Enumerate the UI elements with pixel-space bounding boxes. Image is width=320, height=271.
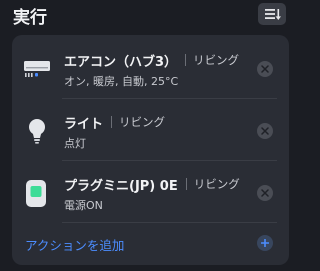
divider (62, 160, 277, 161)
room-name: リビング (193, 53, 240, 67)
header: 実行 (0, 0, 300, 32)
add-action-row[interactable]: アクションを追加 (12, 224, 289, 262)
action-detail: 電源ON (64, 199, 103, 212)
divider (62, 98, 277, 99)
close-icon (261, 127, 269, 135)
remove-action-button[interactable] (257, 61, 273, 77)
smart-plug-icon (26, 180, 46, 207)
light-bulb-icon (29, 119, 45, 144)
add-action-button[interactable] (257, 235, 273, 251)
action-title-line: エアコン（ハブ3） リビング (64, 50, 239, 70)
separator (111, 116, 113, 128)
device-name: プラグミニ(JP) 0E (64, 178, 178, 194)
action-title-line: ライト リビング (64, 112, 165, 132)
room-name: リビング (193, 177, 240, 191)
device-name: エアコン（ハブ3） (64, 54, 178, 70)
close-icon (261, 65, 269, 73)
sort-button[interactable] (258, 3, 286, 25)
action-list-card: エアコン（ハブ3） リビング オン, 暖房, 自動, 25°C ライト リビング… (12, 35, 289, 265)
action-title-line: プラグミニ(JP) 0E リビング (64, 174, 240, 194)
action-item-plug[interactable]: プラグミニ(JP) 0E リビング 電源ON (12, 162, 289, 224)
sort-list-icon (265, 9, 281, 20)
plus-icon (261, 239, 269, 247)
air-conditioner-icon (24, 61, 50, 77)
remove-action-button[interactable] (257, 123, 273, 139)
divider (62, 222, 277, 223)
action-item-aircon[interactable]: エアコン（ハブ3） リビング オン, 暖房, 自動, 25°C (12, 38, 289, 100)
room-name: リビング (119, 115, 166, 129)
page-title: 実行 (13, 8, 47, 28)
action-detail: 点灯 (64, 137, 86, 150)
remove-action-button[interactable] (257, 185, 273, 201)
add-action-link[interactable]: アクションを追加 (25, 235, 124, 254)
separator (185, 178, 187, 190)
action-item-light[interactable]: ライト リビング 点灯 (12, 100, 289, 162)
device-name: ライト (64, 116, 104, 132)
close-icon (261, 189, 269, 197)
action-detail: オン, 暖房, 自動, 25°C (64, 75, 179, 88)
separator (185, 54, 187, 66)
